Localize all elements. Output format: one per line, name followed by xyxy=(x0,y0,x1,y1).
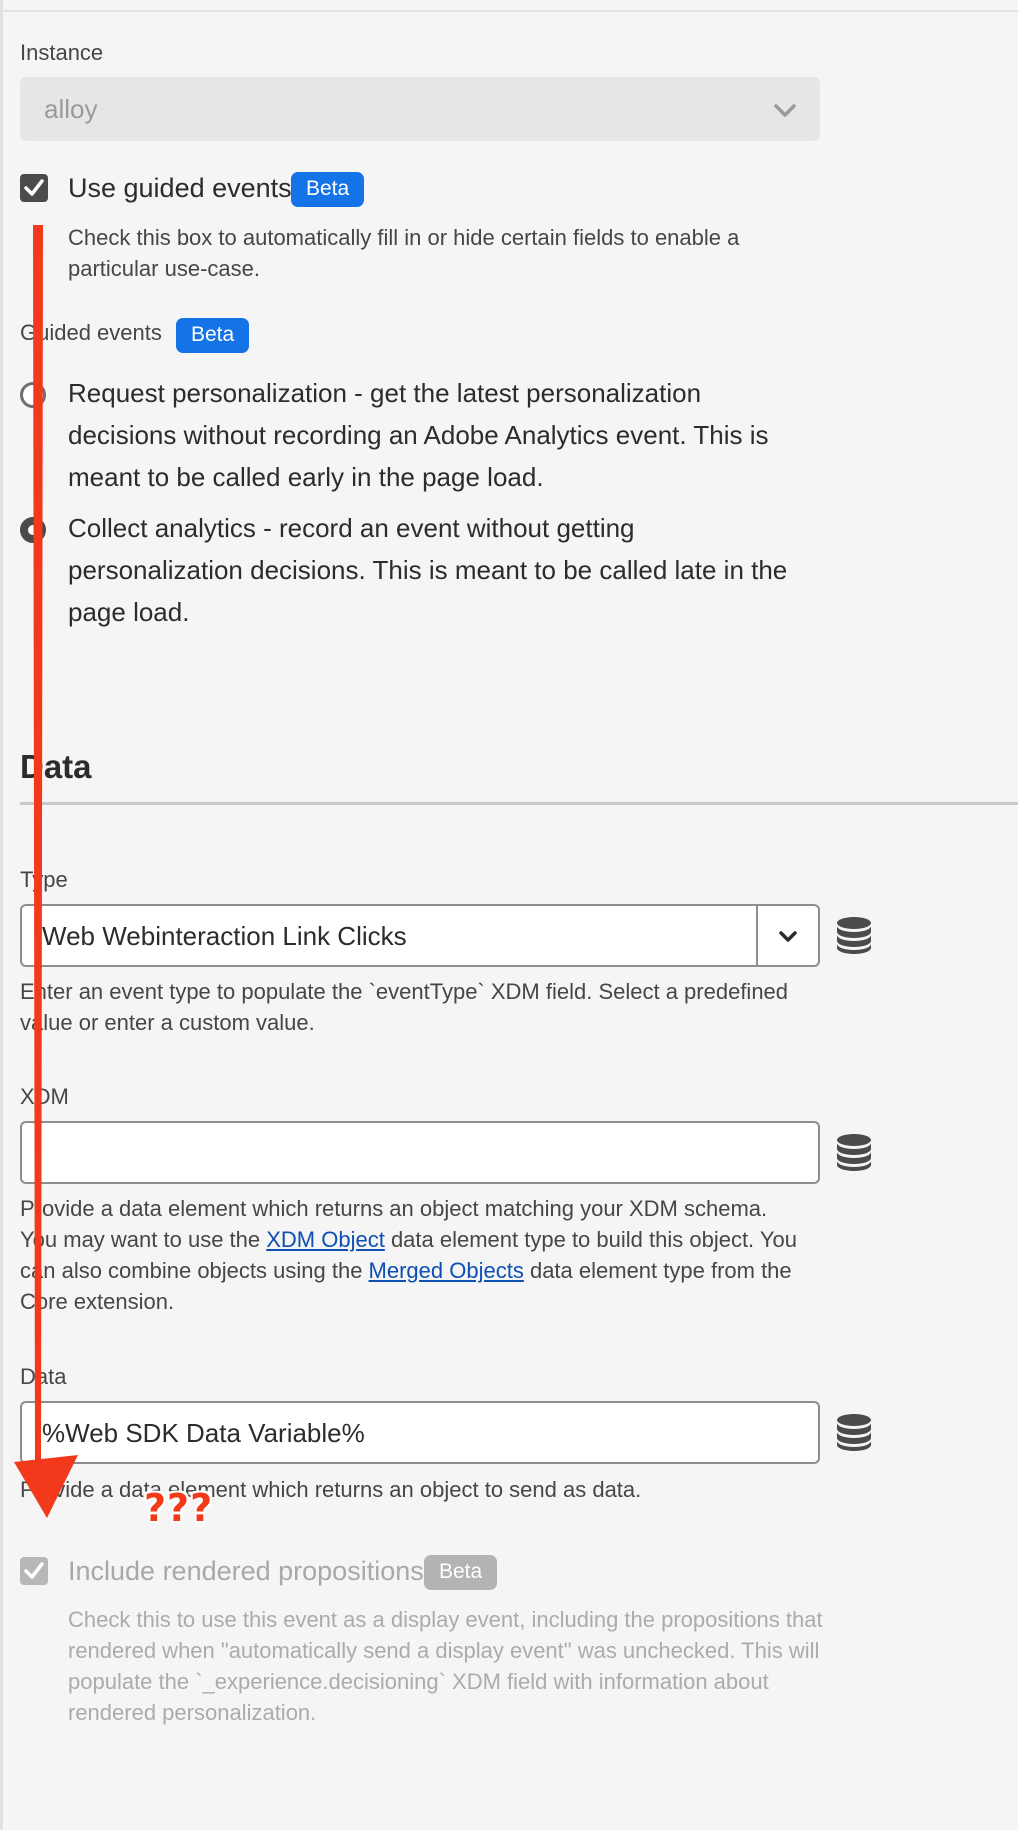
use-guided-events-label[interactable]: Use guided events xyxy=(68,173,292,204)
radio-label-line: decisions without recording an Adobe Ana… xyxy=(68,420,769,450)
data-input[interactable]: %Web SDK Data Variable% xyxy=(20,1401,820,1464)
type-help-2: value or enter a custom value. xyxy=(20,1010,315,1035)
data-help: Provide a data element which returns an … xyxy=(20,1477,642,1502)
radio-label-line: Collect analytics - record an event with… xyxy=(68,513,635,543)
include-rendered-propositions-checkbox xyxy=(20,1557,48,1585)
data-label: Data xyxy=(20,1364,67,1389)
beta-badge: Beta xyxy=(176,318,250,353)
rendered-propositions-help: Check this to use this event as a displa… xyxy=(68,1604,823,1728)
annotation-question-marks: ??? xyxy=(144,1486,214,1530)
xdm-help-text: data element type from the xyxy=(523,1258,792,1283)
help-line: Check this to use this event as a displa… xyxy=(68,1607,823,1632)
radio-label-line: personalization decisions. This is meant… xyxy=(68,555,788,585)
xdm-input[interactable] xyxy=(20,1121,820,1184)
panel-top-border xyxy=(0,10,1018,12)
beta-badge: Beta xyxy=(424,1555,498,1590)
checkmark-icon xyxy=(24,179,44,196)
radio-label-line: Request personalization - get the latest… xyxy=(68,378,702,408)
xdm-help-3: can also combine objects using the Merge… xyxy=(20,1255,792,1286)
instance-select: alloy xyxy=(20,77,820,141)
type-combobox[interactable]: Web Webinteraction Link Clicks xyxy=(20,904,820,967)
type-help-1: Enter an event type to populate the `eve… xyxy=(20,979,789,1004)
xdm-help-text: data element type to build this object. … xyxy=(384,1227,798,1252)
xdm-help-text: can also combine objects using the xyxy=(20,1258,369,1283)
help-line: rendered personalization. xyxy=(68,1700,317,1725)
radio-collect-analytics-label[interactable]: Collect analytics - record an event with… xyxy=(68,507,787,633)
radio-request-personalization-label[interactable]: Request personalization - get the latest… xyxy=(68,372,768,498)
instance-label: Instance xyxy=(20,40,104,65)
xdm-help-1: Provide a data element which returns an … xyxy=(20,1196,768,1221)
include-rendered-propositions-label: Include rendered propositions xyxy=(68,1556,424,1586)
database-icon[interactable] xyxy=(834,915,874,955)
panel-left-border xyxy=(0,0,3,1830)
checkmark-icon xyxy=(24,1562,44,1579)
database-icon[interactable] xyxy=(834,1132,874,1172)
instance-select-value: alloy xyxy=(44,94,98,124)
xdm-object-link[interactable]: XDM Object xyxy=(266,1227,385,1252)
radio-label-line: meant to be called early in the page loa… xyxy=(68,462,544,492)
xdm-help-2: You may want to use the XDM Object data … xyxy=(20,1224,797,1255)
xdm-label: XDM xyxy=(20,1084,69,1109)
use-guided-events-checkbox[interactable] xyxy=(20,174,48,202)
help-line: rendered when "automatically send a disp… xyxy=(68,1638,820,1663)
chevron-down-icon xyxy=(779,931,797,942)
use-guided-events-help-1: Check this box to automatically fill in … xyxy=(68,225,740,250)
data-section-heading: Data xyxy=(20,748,92,785)
data-input-value: %Web SDK Data Variable% xyxy=(42,1418,365,1448)
help-line: populate the `_experience.decisioning` X… xyxy=(68,1669,769,1694)
type-label: Type xyxy=(20,867,68,892)
radio-request-personalization[interactable] xyxy=(20,382,46,408)
chevron-down-icon xyxy=(774,104,796,117)
beta-badge: Beta xyxy=(291,172,365,207)
database-icon[interactable] xyxy=(834,1412,874,1452)
guided-events-label: Guided events xyxy=(20,320,162,345)
section-divider xyxy=(20,802,1018,805)
merged-objects-link[interactable]: Merged Objects xyxy=(369,1258,524,1283)
type-combobox-value: Web Webinteraction Link Clicks xyxy=(42,921,407,951)
type-dropdown-button[interactable] xyxy=(756,906,818,965)
use-guided-events-help-2: particular use-case. xyxy=(68,256,260,281)
xdm-help-text: You may want to use the xyxy=(20,1227,267,1252)
radio-label-line: page load. xyxy=(68,597,190,627)
radio-collect-analytics[interactable] xyxy=(20,517,46,543)
xdm-help-4: Core extension. xyxy=(20,1289,175,1314)
